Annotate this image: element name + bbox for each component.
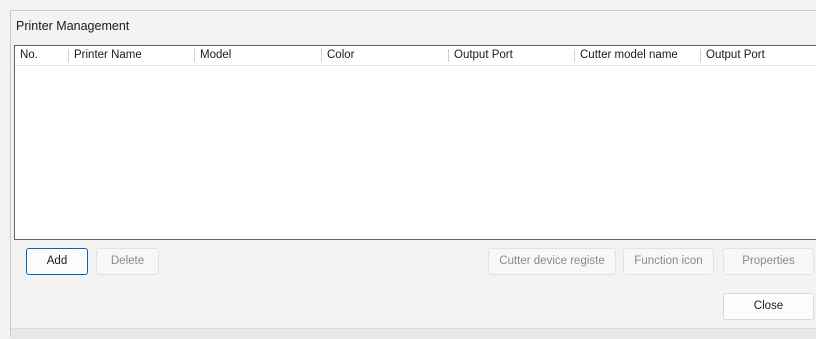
- properties-button[interactable]: Properties: [723, 248, 814, 275]
- printer-management-window: Printer Management No. Printer Name Mode…: [10, 10, 816, 339]
- list-header: No. Printer Name Model Color Output Port…: [15, 46, 816, 66]
- printer-list[interactable]: No. Printer Name Model Color Output Port…: [14, 45, 816, 240]
- column-header-no[interactable]: No.: [15, 46, 68, 65]
- close-button[interactable]: Close: [723, 293, 814, 320]
- column-header-output-port[interactable]: Output Port: [449, 46, 574, 65]
- add-button[interactable]: Add: [26, 248, 88, 275]
- window-title: Printer Management: [16, 19, 130, 33]
- status-strip: [11, 328, 816, 339]
- column-header-cutter-output-port[interactable]: Output Port: [701, 46, 816, 65]
- delete-button[interactable]: Delete: [96, 248, 159, 275]
- column-header-color[interactable]: Color: [322, 46, 448, 65]
- function-icon-button[interactable]: Function icon: [623, 248, 714, 275]
- column-header-printer-name[interactable]: Printer Name: [69, 46, 194, 65]
- column-header-cutter-model-name[interactable]: Cutter model name: [575, 46, 700, 65]
- column-header-model[interactable]: Model: [195, 46, 321, 65]
- cutter-device-register-button[interactable]: Cutter device registe: [488, 248, 616, 275]
